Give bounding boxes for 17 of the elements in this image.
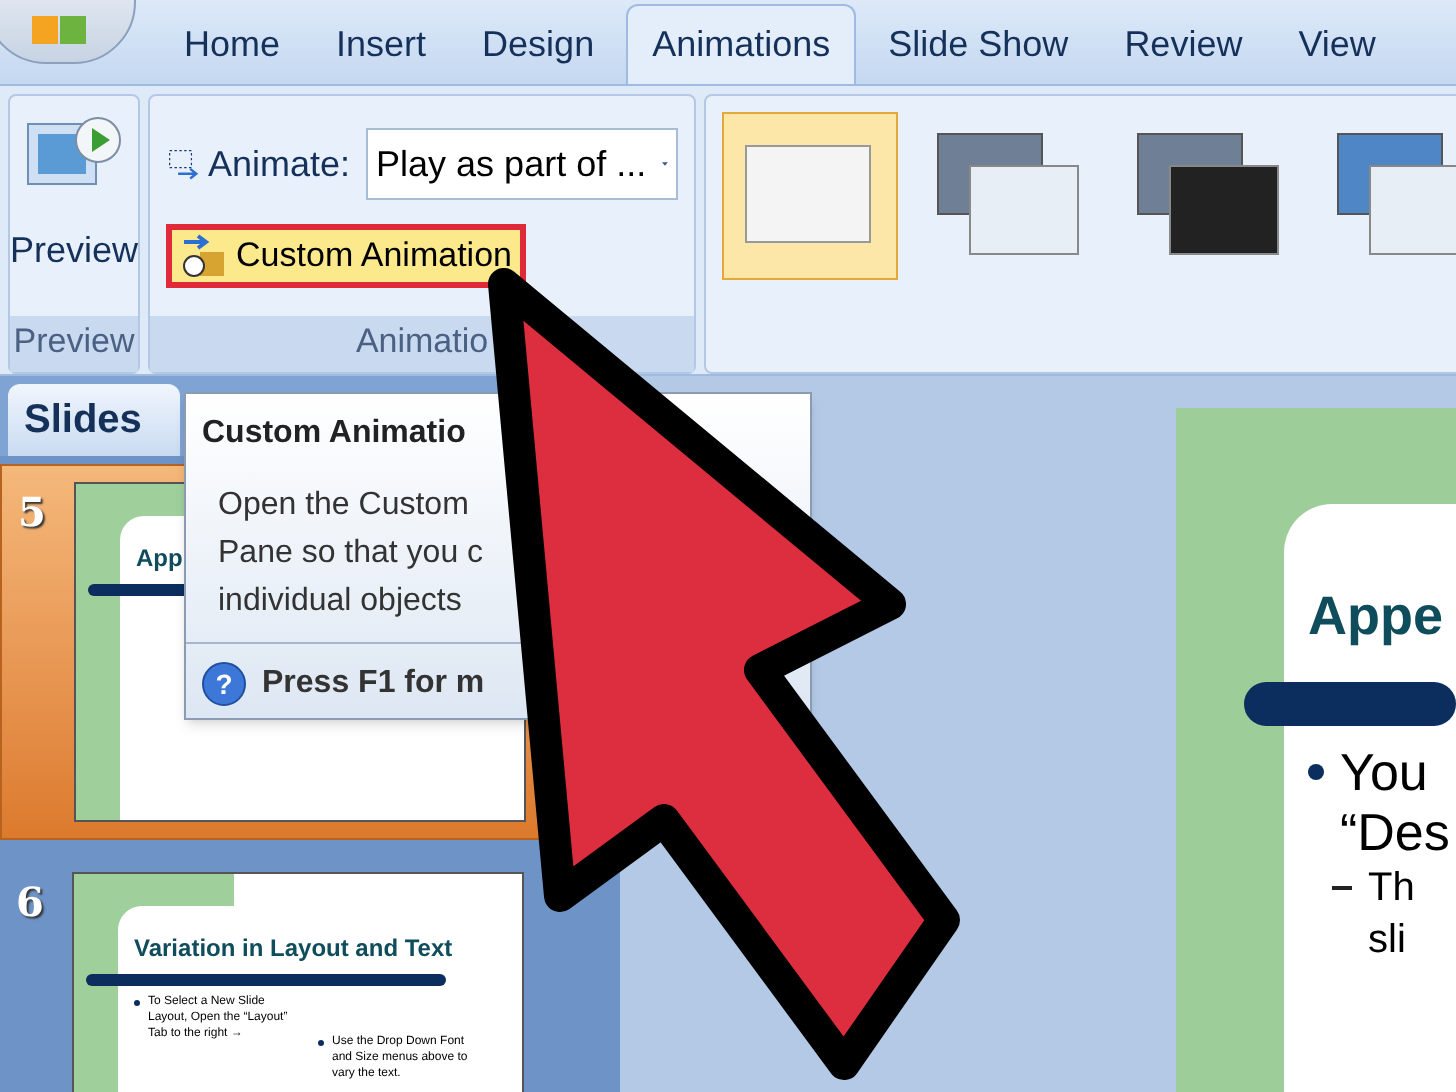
bullet-text: You [1340,741,1428,801]
group-label: Preview [10,316,139,372]
animate-label: Animate: [207,141,351,187]
tooltip-text: individual objects [218,582,464,622]
tooltip-help-text: Press F1 for m [262,664,485,704]
tooltip-title: Custom Animatio [200,414,468,454]
bullet-text: “Des [1340,801,1450,861]
help-icon: ? [202,662,246,706]
tooltip-text: Pane so that you c [218,534,486,574]
slide-number: 5 [18,486,48,540]
sub-bullet-text: Th [1368,863,1415,913]
slide-title: Variation in Layout and Text [134,932,453,966]
slide-title: Appe [1308,584,1445,650]
slide-number: 6 [16,876,46,930]
sub-bullet-text: sli [1368,915,1406,965]
slide-title: App [136,542,183,576]
tooltip-text: Open the Custom [218,486,471,526]
